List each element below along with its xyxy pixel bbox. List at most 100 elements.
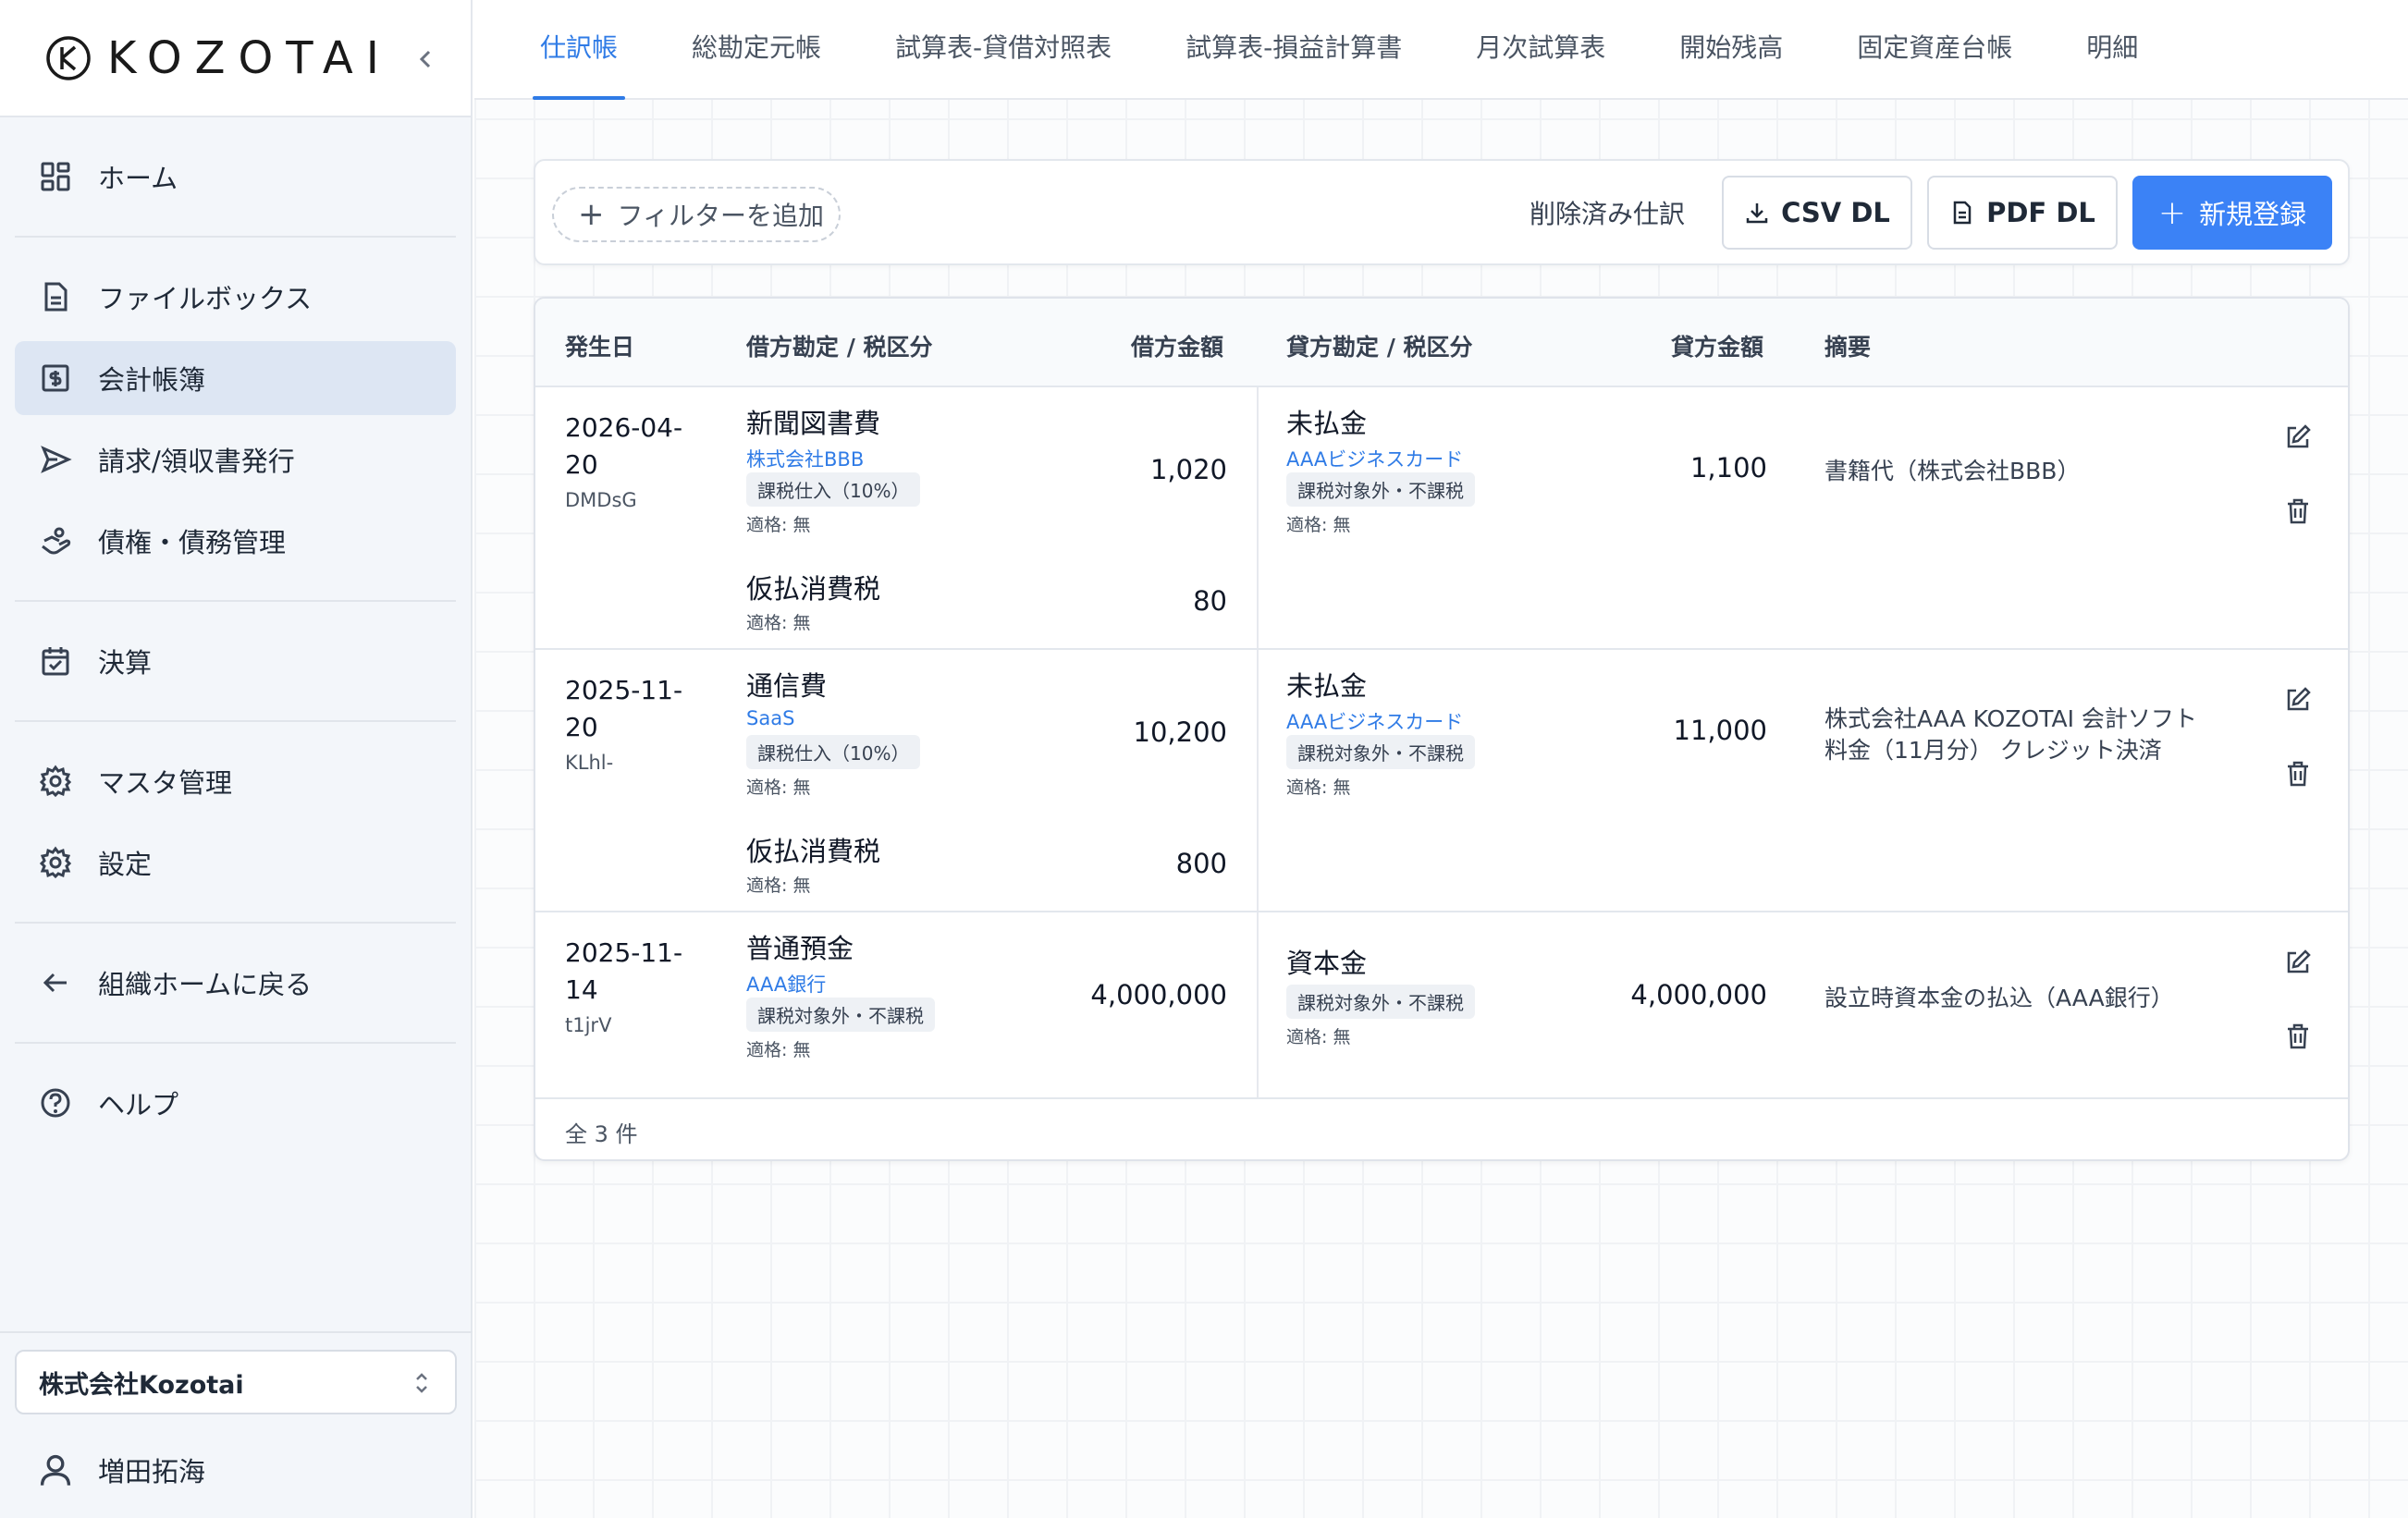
csv-download-label: CSV DL (1781, 197, 1890, 228)
credit-sub-account: AAAビジネスカード (1286, 711, 1464, 733)
sidebar-item-label: 債権・債務管理 (98, 527, 287, 558)
sidebar-item-closing[interactable]: 決算 (15, 624, 456, 698)
qualification-label: 適格: 無 (1286, 515, 1351, 535)
pdf-download-button[interactable]: PDF DL (1927, 176, 2118, 250)
sidebar-item-filebox[interactable]: ファイルボックス (15, 260, 456, 334)
table-footer-count: 全 3 件 (565, 1121, 638, 1147)
edit-button[interactable] (2279, 419, 2316, 456)
credit-account: 未払金 (1286, 670, 1368, 702)
table-row: 2025-11-20 KLhl- 通信費 SaaS 課税仕入（10%） 適格: … (535, 650, 2348, 912)
download-icon (1746, 203, 1768, 224)
nav-group-help: ヘルプ (15, 1044, 456, 1162)
tab-details[interactable]: 明細 (2079, 28, 2145, 98)
tax-badge: 課税仕入（10%） (746, 735, 921, 769)
tax-badge: 課税対象外・不課税 (1286, 472, 1475, 507)
entry-date: 2025-11-14 (565, 937, 683, 1005)
org-name: 株式会社Kozotai (39, 1370, 244, 1400)
nav-group-books: ファイルボックス 会計帳簿 請求/領収書発行 債権・債務管理 (15, 238, 456, 602)
csv-download-button[interactable]: CSV DL (1722, 176, 1912, 250)
deleted-journals-link[interactable]: 削除済み仕訳 (1530, 194, 1685, 231)
logo-text: KOZOTAI (107, 31, 392, 84)
sidebar-item-invoice[interactable]: 請求/領収書発行 (15, 422, 456, 496)
debit-amount: 10,200 (1133, 716, 1227, 748)
user-menu[interactable]: 増田拓海 (37, 1442, 205, 1498)
memo: 書籍代（株式会社BBB） (1824, 458, 2081, 484)
header-date: 発生日 (565, 334, 635, 361)
handshake-icon (37, 522, 74, 559)
debit-amount: 80 (1193, 585, 1227, 617)
delete-button[interactable] (2279, 1018, 2316, 1055)
collapse-sidebar-button[interactable] (409, 41, 442, 78)
credit-sub-account: AAAビジネスカード (1286, 448, 1464, 471)
sidebar: KOZOTAI ホーム ファイルボックス 会計帳簿 請求/領収書発行 債権・債務… (0, 0, 473, 1518)
tax-badge: 課税対象外・不課税 (746, 998, 935, 1032)
tab-income-statement[interactable]: 試算表-損益計算書 (1178, 28, 1409, 98)
document-icon (1953, 201, 1972, 225)
sidebar-item-label: マスタ管理 (98, 767, 233, 799)
edit-icon (2287, 687, 2311, 711)
credit-account: 資本金 (1286, 948, 1368, 979)
calendar-check-icon (37, 643, 74, 679)
debit-sub-account: SaaS (746, 707, 795, 729)
org-select[interactable]: 株式会社Kozotai (15, 1350, 457, 1414)
sidebar-item-settings[interactable]: 設定 (15, 826, 456, 900)
tax-badge: 課税仕入（10%） (746, 472, 921, 507)
tab-bar: 仕訳帳 総勘定元帳 試算表-貸借対照表 試算表-損益計算書 月次試算表 開始残高… (474, 0, 2408, 100)
plus-icon: + (2157, 193, 2187, 232)
sidebar-item-receivables[interactable]: 債権・債務管理 (15, 504, 456, 578)
sidebar-item-home[interactable]: ホーム (15, 140, 456, 214)
debit-sub-account: 株式会社BBB (746, 448, 865, 471)
edit-button[interactable] (2279, 944, 2316, 981)
qualification-label: 適格: 無 (1286, 777, 1351, 798)
tab-general-ledger[interactable]: 総勘定元帳 (684, 28, 829, 98)
debit-amount: 1,020 (1149, 454, 1227, 485)
sidebar-item-org-home[interactable]: 組織ホームに戻る (15, 946, 456, 1020)
sidebar-item-help[interactable]: ヘルプ (15, 1066, 456, 1140)
add-filter-button[interactable]: + フィルターを追加 (552, 187, 841, 242)
nav-group-settings: マスタ管理 設定 (15, 722, 456, 924)
debit-account: 新聞図書費 (746, 408, 881, 439)
tab-journal[interactable]: 仕訳帳 (533, 28, 626, 100)
sidebar-item-label: ファイルボックス (98, 283, 313, 314)
header-credit-amount: 貸方金額 (1671, 334, 1764, 361)
edit-button[interactable] (2279, 681, 2316, 718)
chevron-left-icon (419, 50, 431, 68)
tab-fixed-assets[interactable]: 固定資産台帳 (1849, 28, 2020, 98)
sidebar-item-label: 請求/領収書発行 (98, 446, 295, 477)
delete-button[interactable] (2279, 755, 2316, 792)
ledger-icon (37, 360, 74, 397)
gear-icon (37, 763, 74, 800)
tab-monthly-trial[interactable]: 月次試算表 (1468, 28, 1613, 98)
table-row: 2026-04-20 DMDsG 新聞図書費 株式会社BBB 課税仕入（10%）… (535, 387, 2348, 650)
debit-account: 仮払消費税 (746, 573, 881, 605)
trash-icon (2288, 761, 2308, 787)
arrow-left-icon (37, 964, 74, 1001)
tab-opening-balance[interactable]: 開始残高 (1672, 28, 1790, 98)
header-memo: 摘要 (1824, 334, 1872, 361)
nav-group-home: ホーム (15, 117, 456, 238)
gear-icon (37, 844, 74, 881)
qualification-label: 適格: 無 (746, 515, 811, 535)
new-entry-button[interactable]: + 新規登録 (2132, 176, 2332, 250)
sidebar-item-master[interactable]: マスタ管理 (15, 744, 456, 818)
credit-amount: 11,000 (1673, 715, 1767, 746)
sidebar-item-ledger[interactable]: 会計帳簿 (15, 341, 456, 415)
header-debit-amount: 借方金額 (1131, 334, 1224, 361)
qualification-label: 適格: 無 (746, 613, 811, 633)
debit-account: 普通預金 (746, 933, 854, 964)
main: 仕訳帳 総勘定元帳 試算表-貸借対照表 試算表-損益計算書 月次試算表 開始残高… (474, 0, 2408, 1518)
logo-icon (46, 35, 91, 80)
tab-balance-sheet[interactable]: 試算表-貸借対照表 (888, 28, 1119, 98)
chevron-updown-icon (416, 1373, 427, 1393)
credit-amount: 1,100 (1689, 452, 1767, 484)
delete-button[interactable] (2279, 493, 2316, 530)
sidebar-item-label: 会計帳簿 (98, 364, 206, 396)
debit-account: 仮払消費税 (746, 836, 881, 867)
entry-date: 2026-04-20 (565, 412, 683, 480)
memo: 設立時資本金の払込（AAA銀行） (1824, 985, 2174, 1011)
table-row: 2025-11-14 t1jrV 普通預金 AAA銀行 課税対象外・不課税 適格… (535, 912, 2348, 1099)
edit-icon (2287, 424, 2311, 448)
entry-date: 2025-11-20 (565, 675, 683, 742)
sidebar-item-label: 設定 (98, 849, 153, 880)
entry-code: DMDsG (565, 489, 637, 511)
